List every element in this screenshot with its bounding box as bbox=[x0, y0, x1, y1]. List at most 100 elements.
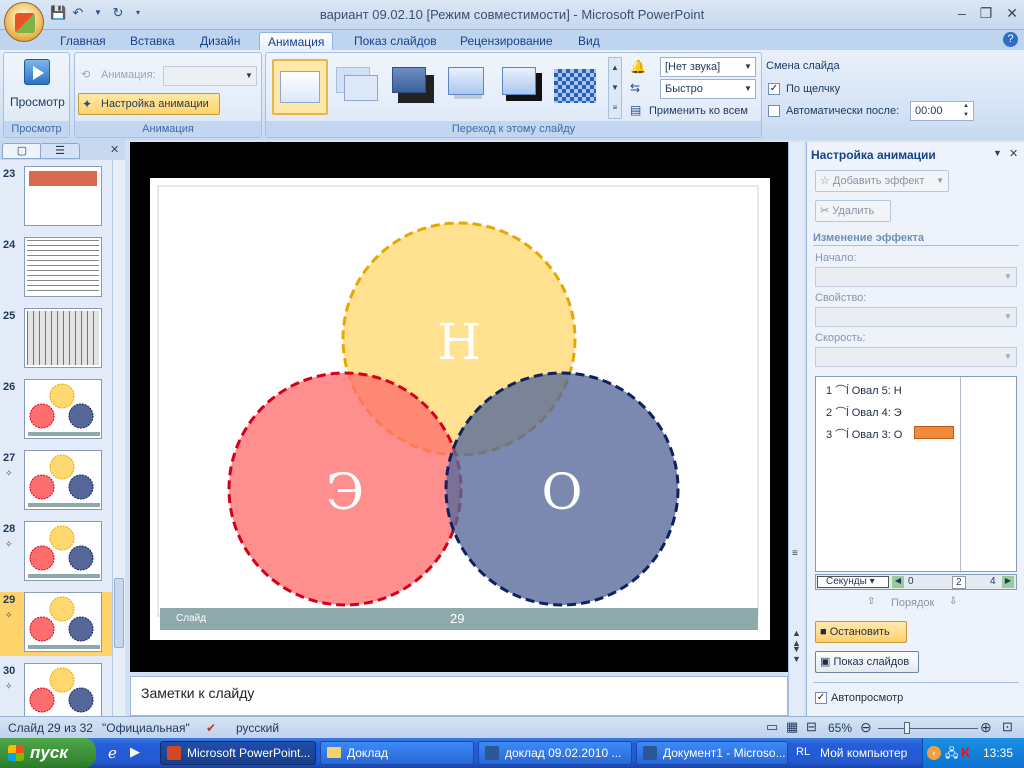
animation-marker-icon: ✧ bbox=[5, 681, 13, 691]
slide-thumbnail[interactable]: 24 bbox=[0, 237, 112, 301]
tab-insert[interactable]: Вставка bbox=[122, 32, 183, 50]
property-combo[interactable]: ▼ bbox=[815, 307, 1017, 327]
slide-thumbnail[interactable]: 28 ✧ bbox=[0, 521, 112, 585]
seconds-button[interactable]: Секунды ▾ bbox=[817, 576, 889, 588]
tray-expand-icon[interactable]: ‹ bbox=[927, 746, 941, 760]
speed-combo[interactable]: Быстро ▼ bbox=[660, 79, 756, 99]
animation-combo[interactable]: ▼ bbox=[163, 66, 257, 86]
outline-tab[interactable]: ☰ bbox=[40, 143, 80, 159]
close-icon[interactable]: ✕ bbox=[1009, 147, 1018, 160]
transition-fade-black[interactable] bbox=[388, 63, 438, 111]
slide-footer: Слайд 29 bbox=[160, 608, 758, 630]
theme-name[interactable]: "Официальная" bbox=[102, 721, 190, 735]
tab-home[interactable]: Главная bbox=[52, 32, 114, 50]
effect-item[interactable]: 2 ⌒ĺ Овал 4: Э bbox=[826, 404, 902, 420]
auto-after-checkbox[interactable] bbox=[768, 105, 780, 117]
scroll-grip-icon[interactable]: ≡ bbox=[792, 548, 798, 559]
slide-thumbnail[interactable]: 25 bbox=[0, 308, 112, 372]
divider bbox=[813, 245, 1019, 246]
canvas-scrollbar[interactable]: ≡ ▲ ▲ ▼ ▼ bbox=[788, 142, 804, 716]
effect-item[interactable]: 3 ⌒ĺ Овал 3: О bbox=[826, 426, 902, 442]
tab-slideshow[interactable]: Показ слайдов bbox=[346, 32, 445, 50]
start-button[interactable]: пуск bbox=[0, 738, 96, 768]
language[interactable]: русский bbox=[236, 721, 279, 735]
taskbar-item-powerpoint[interactable]: Microsoft PowerPoint... bbox=[160, 741, 316, 765]
preview-button[interactable]: Просмотр bbox=[10, 95, 65, 109]
effect-order: 2 bbox=[826, 407, 833, 419]
slide-thumbnail[interactable]: 29 ✧ bbox=[0, 592, 112, 656]
move-up-icon[interactable]: ⇧ bbox=[867, 596, 875, 607]
spinner-icon[interactable]: ▲ ▼ bbox=[959, 102, 973, 120]
effect-timing-bar[interactable] bbox=[914, 426, 954, 439]
zoom-in-icon[interactable]: ⊕ bbox=[980, 719, 992, 736]
sound-combo[interactable]: [Нет звука] ▼ bbox=[660, 57, 756, 77]
taskbar-item-word2[interactable]: Документ1 - Microso... bbox=[636, 741, 788, 765]
tab-animation[interactable]: Анимация bbox=[259, 32, 334, 50]
tab-view[interactable]: Вид bbox=[570, 32, 608, 50]
slideshow-view-icon[interactable]: ⊟ bbox=[806, 719, 817, 735]
maximize-button[interactable]: ❐ bbox=[980, 5, 993, 22]
language-indicator[interactable]: RL bbox=[796, 746, 810, 758]
office-button[interactable] bbox=[4, 2, 44, 42]
timeline-divider bbox=[960, 377, 961, 573]
transition-fade[interactable] bbox=[334, 63, 384, 111]
spellcheck-icon[interactable]: ✔ bbox=[206, 721, 216, 735]
transition-cut[interactable] bbox=[442, 63, 492, 111]
media-player-icon[interactable]: ▶ bbox=[130, 744, 140, 760]
transition-none[interactable] bbox=[272, 59, 328, 115]
slides-scrollbar[interactable] bbox=[112, 160, 125, 716]
on-click-checkbox[interactable]: ✓ bbox=[768, 83, 780, 95]
add-effect-button[interactable]: ☆ Добавить эффект ▼ bbox=[815, 170, 949, 192]
network-icon[interactable]: 🖧 bbox=[945, 738, 958, 768]
slide-thumbnail[interactable]: 23 bbox=[0, 166, 112, 230]
sorter-view-icon[interactable]: ▦ bbox=[786, 719, 798, 735]
zoom-slider-thumb[interactable] bbox=[904, 722, 910, 734]
autopreview-checkbox[interactable]: ✓ bbox=[815, 692, 827, 704]
sound-icon: 🔔 bbox=[630, 59, 647, 74]
system-tray: ‹ 🖧 K 13:35 bbox=[922, 738, 1024, 768]
zoom-slider[interactable] bbox=[878, 728, 978, 729]
zoom-level[interactable]: 65% bbox=[828, 721, 852, 735]
transition-dissolve[interactable] bbox=[554, 69, 596, 103]
start-combo[interactable]: ▼ bbox=[815, 267, 1017, 287]
slide-thumbnail[interactable]: 26 bbox=[0, 379, 112, 443]
tab-review[interactable]: Рецензирование bbox=[452, 32, 561, 50]
slides-tab[interactable]: ▢ bbox=[2, 143, 42, 159]
pane-menu-icon[interactable]: ▼ bbox=[993, 148, 1002, 158]
slideshow-button[interactable]: ▣ Показ слайдов bbox=[815, 651, 919, 673]
my-computer-toolbar[interactable]: Мой компьютер bbox=[820, 746, 907, 760]
stop-button[interactable]: ■ Остановить bbox=[815, 621, 907, 643]
taskbar-item-folder[interactable]: Доклад bbox=[320, 741, 474, 765]
help-icon[interactable]: ? bbox=[1003, 32, 1018, 47]
timeline-right-icon[interactable]: ▶ bbox=[1002, 576, 1014, 588]
slides-panel-tabs: ▢ ☰ ✕ bbox=[0, 140, 125, 160]
gallery-scroll[interactable]: ▲ ▼ ≡ bbox=[608, 57, 622, 119]
taskbar-item-word1[interactable]: доклад 09.02.2010 ... bbox=[478, 741, 632, 765]
auto-time-input[interactable]: 00:00 ▲ ▼ bbox=[910, 101, 974, 121]
normal-view-icon[interactable]: ▭ bbox=[766, 719, 778, 735]
tab-design[interactable]: Дизайн bbox=[192, 32, 248, 50]
close-button[interactable]: ✕ bbox=[1006, 5, 1018, 22]
folder-icon bbox=[327, 747, 341, 758]
next-slide-icon[interactable]: ▼ ▼ bbox=[792, 644, 801, 664]
custom-animation-button[interactable]: ✦ Настройка анимации bbox=[78, 93, 220, 115]
close-icon[interactable]: ✕ bbox=[110, 143, 119, 156]
antivirus-icon[interactable]: K bbox=[961, 738, 970, 768]
notes-placeholder: Заметки к слайду bbox=[141, 685, 255, 701]
apply-all-button[interactable]: Применить ко всем bbox=[649, 105, 748, 117]
transition-cut-black[interactable] bbox=[496, 63, 546, 111]
scroll-thumb[interactable] bbox=[114, 578, 124, 648]
speed-combo[interactable]: ▼ bbox=[815, 347, 1017, 367]
notes-pane[interactable]: Заметки к слайду bbox=[130, 676, 788, 716]
move-down-icon[interactable]: ⇩ bbox=[949, 596, 957, 607]
ie-icon[interactable]: ℯ bbox=[108, 744, 117, 762]
chevron-down-icon: ▼ bbox=[936, 176, 944, 185]
slide[interactable]: Н Э О bbox=[150, 178, 770, 640]
slide-thumbnail[interactable]: 27 ✧ bbox=[0, 450, 112, 514]
minimize-button[interactable]: – bbox=[958, 5, 966, 22]
timeline-left-icon[interactable]: ◀ bbox=[892, 576, 904, 588]
remove-button[interactable]: ✂ Удалить bbox=[815, 200, 891, 222]
zoom-out-icon[interactable]: ⊖ bbox=[860, 719, 872, 736]
effect-item[interactable]: 1 ⌒ĺ Овал 5: Н bbox=[826, 382, 902, 398]
fit-window-icon[interactable]: ⊡ bbox=[1002, 719, 1013, 735]
